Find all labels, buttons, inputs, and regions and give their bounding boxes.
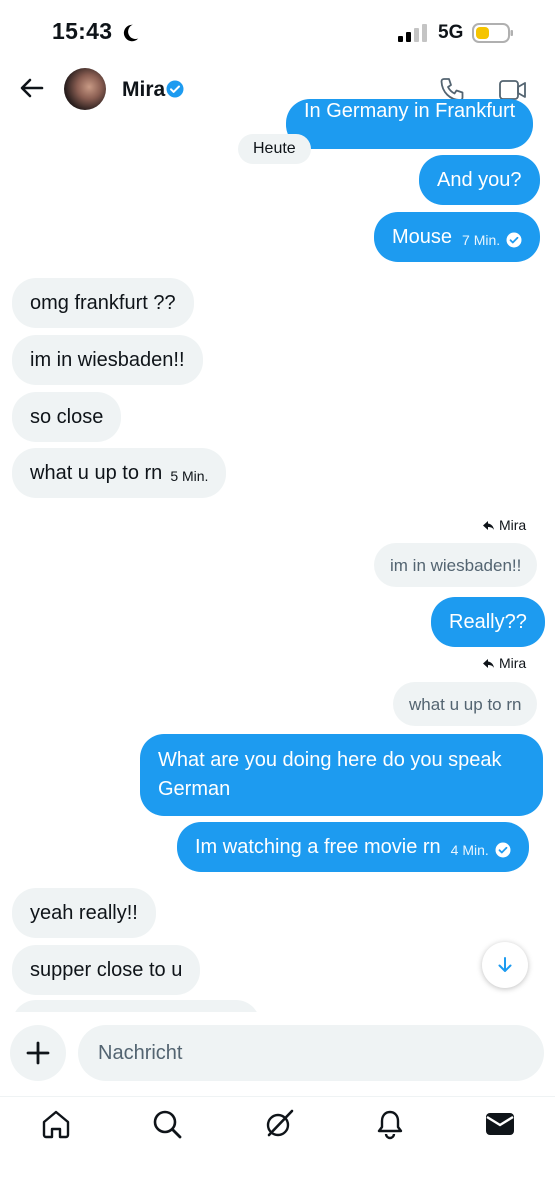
date-separator: Heute — [238, 134, 311, 164]
status-time: 15:43 — [52, 18, 113, 44]
reply-target-name: Mira — [499, 655, 527, 671]
message-bubble[interactable]: so close — [12, 392, 122, 442]
message-text: What are you doing here do you speak Ger… — [158, 749, 502, 800]
message-text: yeah really!! — [30, 901, 138, 924]
back-arrow-icon[interactable] — [18, 74, 46, 102]
reply-arrow-icon — [483, 520, 494, 530]
reply-target-name: Mira — [499, 517, 527, 533]
message-text: Im watching a free movie rn — [195, 835, 441, 858]
network-type: 5G — [438, 22, 464, 43]
message-text: Mouse — [392, 225, 453, 248]
message-bubble[interactable]: Really?? — [431, 597, 545, 647]
quoted-text: what u up to rn — [409, 694, 522, 714]
scroll-to-bottom-button[interactable] — [482, 942, 528, 988]
reply-indicator: Mira — [482, 517, 526, 533]
message-bubble[interactable]: Im watching a free movie rn 4 Min. — [177, 822, 529, 872]
message-timestamp: 4 Min. — [450, 841, 489, 858]
read-receipt-icon — [495, 842, 511, 858]
notifications-icon[interactable] — [374, 1108, 406, 1140]
quoted-text: im in wiesbaden!! — [390, 555, 522, 575]
arrow-down-icon — [498, 957, 512, 972]
contact-name[interactable]: Mira — [122, 78, 165, 102]
reply-indicator: Mira — [482, 655, 526, 671]
message-text: In Germany in Frankfurt — [304, 99, 516, 122]
moon-icon — [123, 24, 139, 42]
home-icon[interactable] — [40, 1108, 72, 1140]
message-text: what u up to rn — [30, 461, 163, 484]
message-bubble[interactable]: im in wiesbaden!! — [12, 335, 203, 385]
message-timestamp: 5 Min. — [170, 467, 209, 484]
message-bubble[interactable]: In Germany in Frankfurt — [286, 99, 534, 149]
battery-icon — [472, 23, 513, 43]
message-text: so close — [30, 405, 104, 428]
message-bubble[interactable]: What are you doing here do you speak Ger… — [140, 734, 543, 816]
message-text: omg frankfurt ?? — [30, 291, 176, 314]
message-bubble[interactable]: Mouse 7 Min. — [374, 212, 541, 262]
message-timestamp: 7 Min. — [462, 231, 501, 248]
message-bubble[interactable]: And you? — [419, 155, 540, 205]
message-bubble[interactable]: supper close to u — [12, 945, 201, 995]
plus-icon — [26, 1041, 50, 1065]
signal-icon — [398, 24, 427, 42]
reply-arrow-icon — [483, 658, 494, 668]
message-text: And you? — [437, 168, 522, 191]
quoted-message[interactable]: im in wiesbaden!! — [374, 543, 538, 587]
message-bubble[interactable]: what u up to rn 5 Min. — [12, 448, 227, 498]
verified-badge-icon — [166, 80, 184, 98]
quoted-message[interactable]: what u up to rn — [393, 682, 538, 726]
message-text: Really?? — [449, 610, 527, 633]
avatar[interactable] — [64, 68, 106, 110]
messages-icon[interactable] — [484, 1108, 516, 1140]
search-icon[interactable] — [151, 1108, 183, 1140]
read-receipt-icon — [506, 232, 522, 248]
add-attachment-button[interactable] — [10, 1025, 66, 1081]
message-input[interactable] — [78, 1025, 544, 1081]
message-text: supper close to u — [30, 958, 183, 981]
grok-icon[interactable] — [263, 1108, 295, 1140]
message-text: im in wiesbaden!! — [30, 348, 185, 371]
message-bubble[interactable]: omg frankfurt ?? — [12, 278, 194, 328]
message-bubble[interactable]: yeah really!! — [12, 888, 156, 938]
